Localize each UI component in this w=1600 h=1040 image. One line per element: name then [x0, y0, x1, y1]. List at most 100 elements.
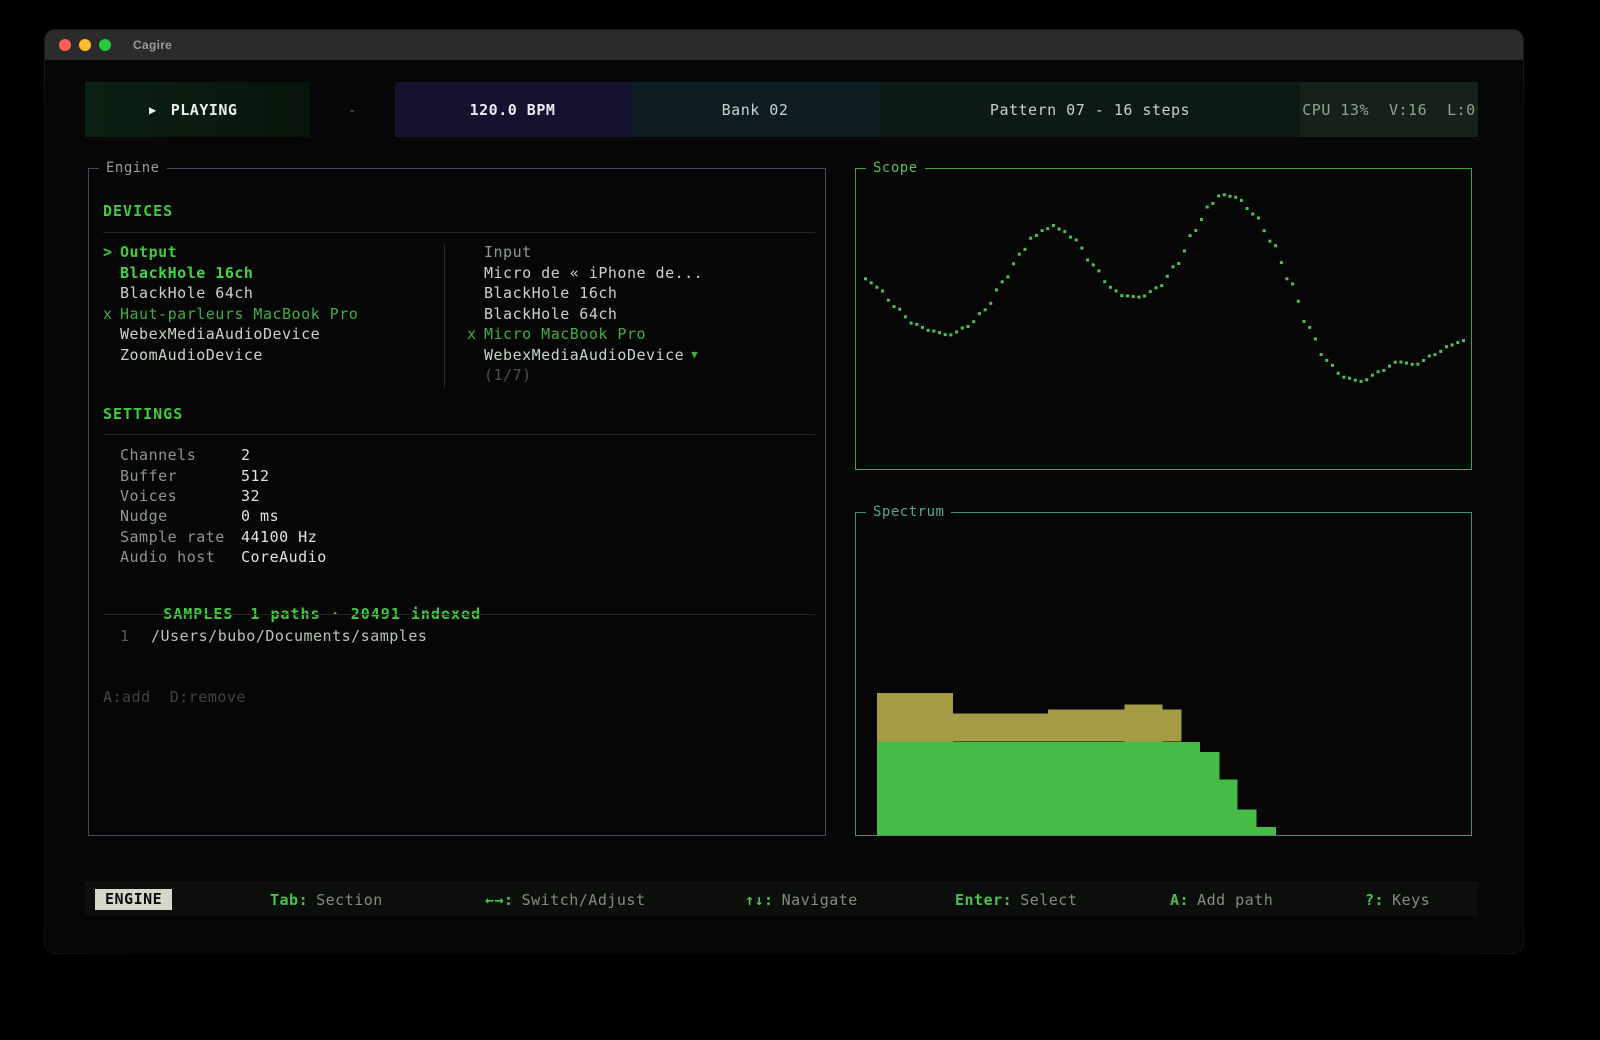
device-item[interactable]: BlackHole 16ch	[103, 263, 438, 284]
transport-status-label: PLAYING	[171, 101, 238, 119]
hint-key: Enter:	[955, 891, 1012, 909]
scope-canvas	[864, 179, 1465, 463]
column-divider	[444, 244, 445, 387]
key-hint: ←→: Switch/Adjust	[485, 891, 646, 909]
spectrum-canvas	[865, 519, 1467, 835]
zoom-button[interactable]	[99, 39, 111, 51]
hint-action: Keys	[1392, 891, 1430, 909]
device-label: (1/7)	[484, 366, 532, 384]
device-item[interactable]: Input	[467, 242, 802, 263]
settings-row: Audio hostCoreAudio	[120, 547, 327, 567]
device-label: Micro de « iPhone de...	[484, 264, 703, 282]
setting-value[interactable]: CoreAudio	[241, 548, 327, 566]
device-item[interactable]: >Output	[103, 242, 438, 263]
device-item[interactable]: xHaut-parleurs MacBook Pro	[103, 304, 438, 325]
output-device-list: >OutputBlackHole 16chBlackHole 64chxHaut…	[103, 242, 438, 365]
device-label: BlackHole 16ch	[120, 264, 253, 282]
setting-label: Buffer	[120, 467, 241, 485]
settings-row: Buffer512	[120, 465, 327, 485]
minimize-button[interactable]	[79, 39, 91, 51]
setting-value[interactable]: 32	[241, 487, 260, 505]
device-label: Micro MacBook Pro	[484, 325, 646, 343]
setting-value[interactable]: 44100 Hz	[241, 528, 317, 546]
device-label: BlackHole 64ch	[120, 284, 253, 302]
key-hint: Enter: Select	[955, 891, 1077, 909]
active-device-marker: >	[103, 243, 120, 261]
settings-row: Voices32	[120, 486, 327, 506]
device-item[interactable]: BlackHole 64ch	[467, 304, 802, 325]
device-label: WebexMediaAudioDevice	[484, 346, 684, 364]
setting-label: Audio host	[120, 548, 241, 566]
device-item[interactable]: BlackHole 16ch	[467, 283, 802, 304]
hint-action: Select	[1020, 891, 1077, 909]
play-icon: ▶	[149, 103, 157, 117]
device-label: Input	[484, 243, 532, 261]
scope-panel-title: Scope	[866, 160, 925, 176]
title-bar: Cagire	[45, 30, 1523, 60]
app-window: Cagire ▶ PLAYING - 120.0 BPM Bank 02 Pat…	[45, 30, 1523, 953]
key-hint: ↑↓:Navigate	[745, 891, 858, 909]
close-button[interactable]	[59, 39, 71, 51]
device-item[interactable]: WebexMediaAudioDevice ▼	[467, 345, 802, 366]
settings-row: Sample rate44100 Hz	[120, 527, 327, 547]
device-item[interactable]: WebexMediaAudioDevice	[103, 324, 438, 345]
key-hint: Tab:Section	[270, 891, 383, 909]
input-device-list: Input Micro de « iPhone de... BlackHole 16…	[467, 242, 802, 386]
device-item[interactable]: BlackHole 64ch	[103, 283, 438, 304]
scope-panel: Scope	[855, 168, 1472, 470]
setting-value[interactable]: 2	[241, 446, 251, 464]
window-title: Cagire	[133, 38, 172, 52]
settings-table: Channels2Buffer512Voices32Nudge0 msSampl…	[120, 445, 327, 567]
device-label: Haut-parleurs MacBook Pro	[120, 305, 358, 323]
active-device-marker: x	[103, 305, 120, 323]
samples-key-hint: A:add D:remove	[103, 688, 246, 706]
bank-display[interactable]: Bank 02	[630, 82, 880, 137]
divider	[103, 434, 815, 435]
active-device-marker: x	[467, 325, 484, 343]
key-hint: A: Add path	[1170, 891, 1273, 909]
bpm-display[interactable]: 120.0 BPM	[395, 82, 630, 137]
pattern-display[interactable]: Pattern 07 - 16 steps	[880, 82, 1300, 137]
more-below-icon: ▼	[691, 348, 698, 361]
device-label: ZoomAudioDevice	[120, 346, 263, 364]
device-label: BlackHole 64ch	[484, 305, 617, 323]
device-label: BlackHole 16ch	[484, 284, 617, 302]
device-item[interactable]: ZoomAudioDevice	[103, 345, 438, 366]
setting-value[interactable]: 0 ms	[241, 507, 279, 525]
cpu-usage: CPU 13%	[1302, 101, 1369, 119]
status-bar: ENGINE Tab:Section ←→: Switch/Adjust ↑↓:Nav…	[85, 882, 1478, 916]
setting-label: Voices	[120, 487, 241, 505]
device-item[interactable]: xMicro MacBook Pro	[467, 324, 802, 345]
setting-label: Sample rate	[120, 528, 241, 546]
device-item[interactable]: Micro de « iPhone de...	[467, 263, 802, 284]
settings-row: Channels2	[120, 445, 327, 465]
system-stats: CPU 13% V:16 L:0	[1300, 82, 1478, 137]
engine-panel: Engine DEVICES >OutputBlackHole 16chBlac…	[88, 168, 826, 836]
transport-bar: ▶ PLAYING - 120.0 BPM Bank 02 Pattern 07…	[85, 82, 1478, 137]
setting-label: Nudge	[120, 507, 241, 525]
transport-status[interactable]: ▶ PLAYING	[85, 82, 310, 137]
hint-key: ↑↓:	[745, 891, 774, 909]
sample-path-value: /Users/bubo/Documents/samples	[151, 627, 427, 645]
voice-count: V:16	[1389, 101, 1427, 119]
hint-action: Add path	[1197, 891, 1273, 909]
setting-label: Channels	[120, 446, 241, 464]
hint-key: Tab:	[270, 891, 308, 909]
hint-key: ?:	[1365, 891, 1384, 909]
engine-panel-title: Engine	[99, 160, 167, 176]
device-item: (1/7)	[467, 365, 802, 386]
section-mode-badge: ENGINE	[95, 889, 172, 910]
sample-path-row[interactable]: 1 /Users/bubo/Documents/samples	[120, 627, 427, 645]
sample-path-index: 1	[120, 627, 151, 645]
hint-action: Switch/Adjust	[522, 891, 646, 909]
hint-key: ←→:	[485, 891, 514, 909]
spectrum-panel: Spectrum	[855, 512, 1472, 836]
setting-value[interactable]: 512	[241, 467, 270, 485]
key-hint: ?: Keys	[1365, 891, 1430, 909]
hint-key: A:	[1170, 891, 1189, 909]
divider	[103, 614, 815, 615]
traffic-lights	[59, 39, 111, 51]
latency-count: L:0	[1447, 101, 1476, 119]
divider	[103, 232, 815, 233]
device-label: Output	[120, 243, 177, 261]
